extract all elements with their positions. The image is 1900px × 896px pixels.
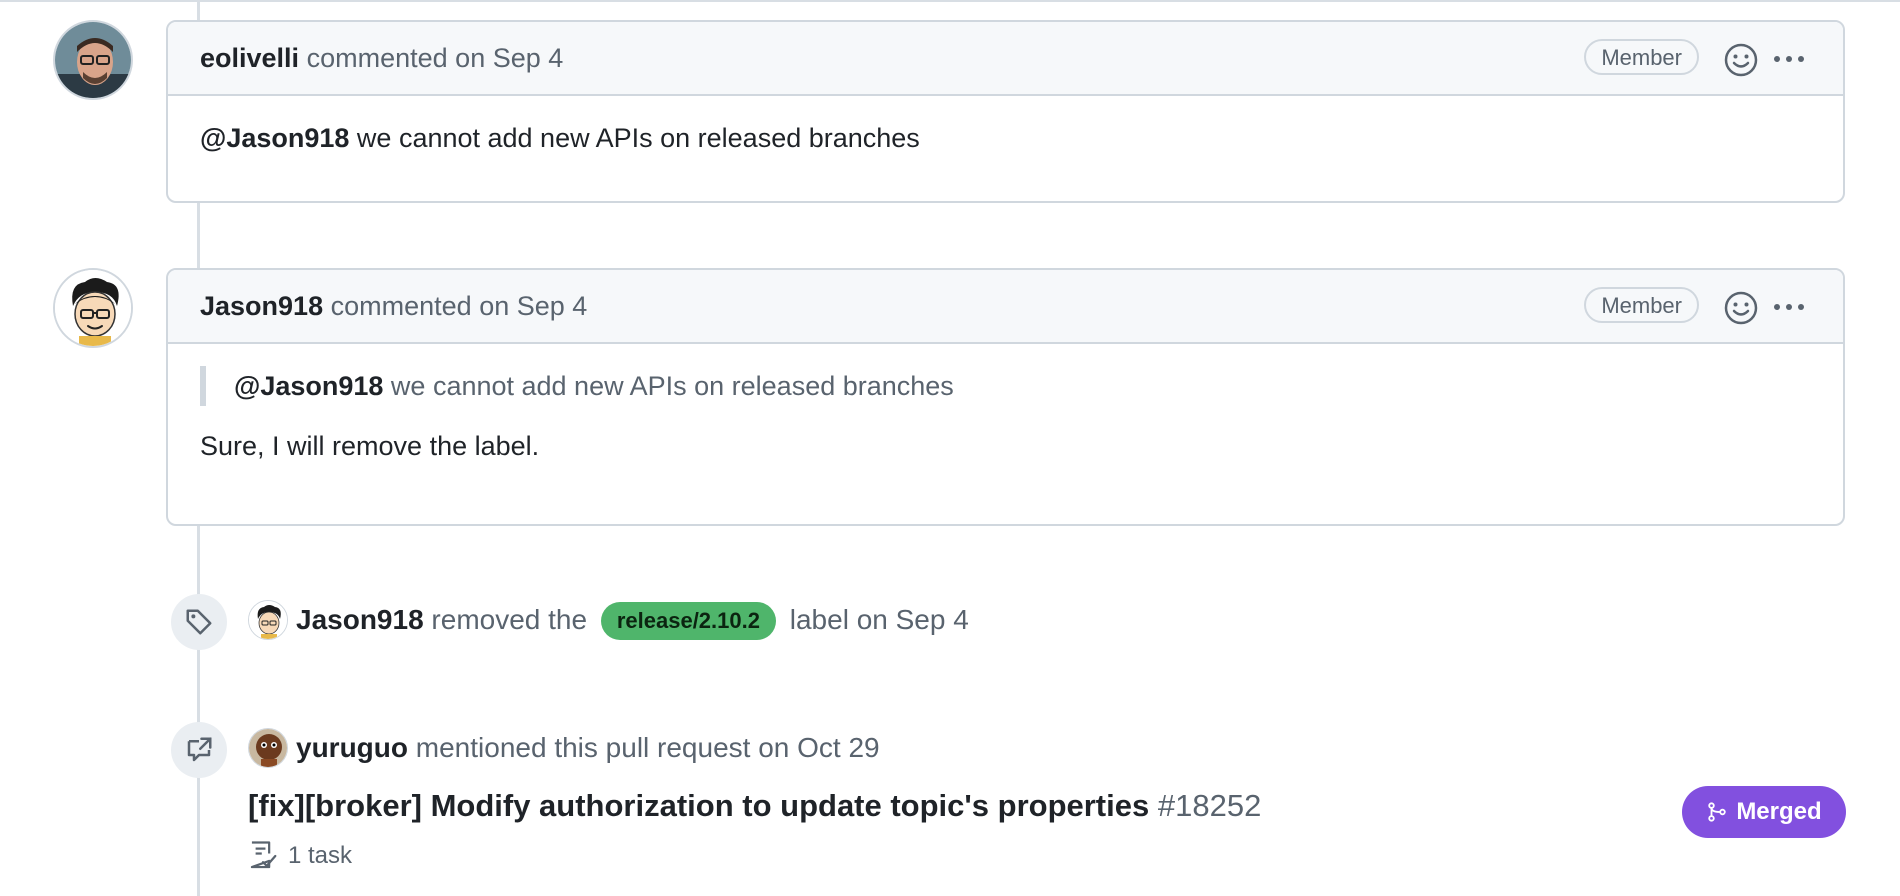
comment-jason918: Jason918 commented on Sep 4 Member @Jaso… xyxy=(166,268,1845,526)
comment-header: eolivelli commented on Sep 4 Member xyxy=(168,22,1843,96)
comment-date[interactable]: on Sep 4 xyxy=(479,291,587,321)
actor-link[interactable]: Jason918 xyxy=(296,604,424,635)
merged-label: Merged xyxy=(1736,798,1822,825)
comment-action: commented xyxy=(306,43,448,73)
actor-link[interactable]: yuruguo xyxy=(296,732,408,763)
pr-number[interactable]: #18252 xyxy=(1158,788,1261,823)
avatar-yuruguo-small[interactable] xyxy=(248,728,288,768)
pr-title[interactable]: [fix][broker] Modify authorization to up… xyxy=(248,788,1149,823)
member-badge: Member xyxy=(1584,287,1699,323)
comment-body: @Jason918 we cannot add new APIs on rele… xyxy=(168,344,1843,488)
avatar-eolivelli[interactable] xyxy=(53,20,133,100)
comment-date[interactable]: on Sep 4 xyxy=(455,43,563,73)
comment-body: @Jason918 we cannot add new APIs on rele… xyxy=(168,96,1843,180)
kebab-horizontal-icon xyxy=(1774,56,1804,62)
mention-event-text: yuruguo mentioned this pull request on O… xyxy=(296,728,880,768)
cross-reference-icon xyxy=(187,737,212,762)
more-options-button[interactable] xyxy=(1771,290,1807,326)
author-link[interactable]: eolivelli xyxy=(200,43,299,73)
comment-eolivelli: eolivelli commented on Sep 4 Member @Jas… xyxy=(166,20,1845,203)
author-link[interactable]: Jason918 xyxy=(200,291,323,321)
avatar-jason918[interactable] xyxy=(53,268,133,348)
comment-action: commented xyxy=(330,291,472,321)
xref-event-icon-badge xyxy=(171,722,227,778)
task-count: 1 task xyxy=(288,842,353,869)
comment-text: Sure, I will remove the label. xyxy=(200,431,540,461)
top-divider xyxy=(0,0,1900,2)
add-reaction-button[interactable] xyxy=(1723,42,1759,78)
user-mention[interactable]: @Jason918 xyxy=(234,371,383,401)
label-release-pill[interactable]: release/2.10.2 xyxy=(600,602,776,640)
avatar-jason918-small[interactable] xyxy=(248,600,288,640)
comment-header: Jason918 commented on Sep 4 Member xyxy=(168,270,1843,344)
smiley-icon xyxy=(1724,291,1758,325)
add-reaction-button[interactable] xyxy=(1723,290,1759,326)
event-action: mentioned this pull request on Oct 29 xyxy=(415,732,880,763)
comment-meta: Jason918 commented on Sep 4 xyxy=(200,270,587,342)
more-options-button[interactable] xyxy=(1771,42,1807,78)
event-date: label on Sep 4 xyxy=(789,604,969,635)
label-event-text: Jason918 removed the release/2.10.2 labe… xyxy=(296,600,969,640)
checklist-icon xyxy=(250,841,277,869)
git-merge-icon xyxy=(1708,802,1727,822)
referenced-pr-link[interactable]: [fix][broker] Modify authorization to up… xyxy=(248,788,1261,824)
member-badge: Member xyxy=(1584,39,1699,75)
user-mention[interactable]: @Jason918 xyxy=(200,123,349,153)
task-summary: 1 task xyxy=(248,840,352,872)
comment-text: we cannot add new APIs on released branc… xyxy=(349,123,920,153)
label-event-icon-badge xyxy=(171,594,227,650)
comment-meta: eolivelli commented on Sep 4 xyxy=(200,22,563,94)
smiley-icon xyxy=(1724,43,1758,77)
event-action: removed the xyxy=(431,604,588,635)
merged-status-badge: Merged xyxy=(1682,786,1846,838)
tag-icon xyxy=(186,609,212,635)
blockquote: @Jason918 we cannot add new APIs on rele… xyxy=(200,366,1811,406)
quote-text: we cannot add new APIs on released branc… xyxy=(383,371,954,401)
kebab-horizontal-icon xyxy=(1774,304,1804,310)
